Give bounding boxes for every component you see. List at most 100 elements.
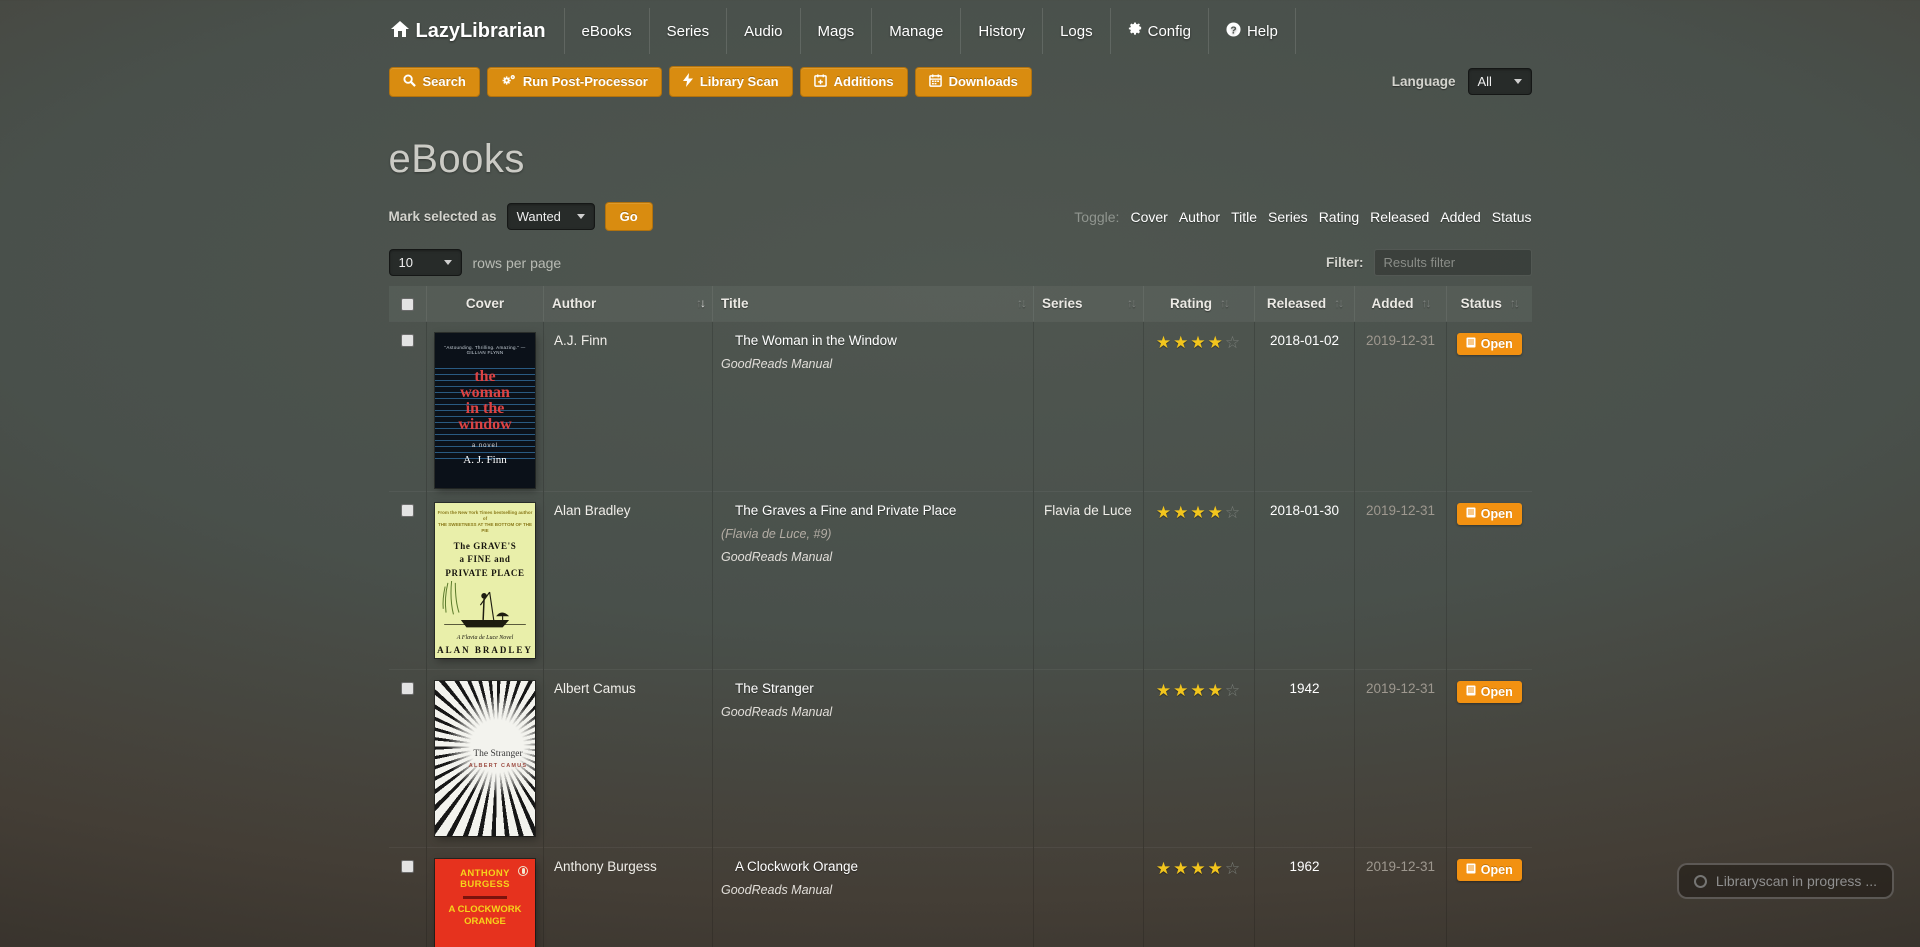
cover-title: A CLOCKWORK ORANGE — [449, 904, 522, 928]
toggle-rating[interactable]: Rating — [1319, 209, 1359, 225]
book-cover-clockwork-orange[interactable]: ANTHONY BURGESS A CLOCKWORK ORANGE — [435, 859, 535, 947]
author-link[interactable]: A.J. Finn — [554, 333, 607, 348]
title-link[interactable]: The Stranger — [735, 681, 1033, 696]
nav-label: Mags — [818, 23, 855, 40]
cover-quote: "Astounding. Thrilling. Amazing." —GILLI… — [440, 345, 530, 355]
sort-icon[interactable]: ↑↓ — [1017, 296, 1025, 310]
cover-title: The Stranger — [463, 749, 533, 759]
mark-selected-select[interactable]: Wanted — [507, 203, 595, 230]
header-title[interactable]: Title — [721, 296, 749, 311]
nav-item-logs[interactable]: Logs — [1042, 8, 1110, 54]
nav-item-audio[interactable]: Audio — [726, 8, 799, 54]
nav-label: History — [978, 23, 1025, 40]
toggle-author[interactable]: Author — [1179, 209, 1220, 225]
book-cover-woman-in-the-window[interactable]: "Astounding. Thrilling. Amazing." —GILLI… — [435, 333, 535, 488]
row-checkbox[interactable] — [401, 860, 414, 873]
sort-icon[interactable]: ↑↓ — [1422, 296, 1430, 310]
rows-per-page-value: 10 — [399, 255, 413, 270]
series-link[interactable]: Flavia de Luce — [1044, 503, 1132, 518]
header-cover[interactable]: Cover — [466, 296, 504, 311]
row-checkbox[interactable] — [401, 682, 414, 695]
brand[interactable]: LazyLibrarian — [389, 8, 564, 54]
svg-text:?: ? — [1230, 25, 1236, 36]
row-checkbox[interactable] — [401, 334, 414, 347]
go-button[interactable]: Go — [605, 202, 653, 231]
search-icon — [403, 74, 416, 90]
status-open-button[interactable]: Open — [1457, 859, 1522, 881]
filter-input[interactable] — [1374, 249, 1532, 276]
toggle-released[interactable]: Released — [1370, 209, 1429, 225]
sort-icon[interactable]: ↑↓ — [1334, 296, 1342, 310]
search-button[interactable]: Search — [389, 67, 480, 97]
filter-label: Filter: — [1326, 255, 1364, 270]
status-open-button[interactable]: Open — [1457, 681, 1522, 703]
source-links[interactable]: GoodReads Manual — [721, 357, 1033, 371]
header-released[interactable]: Released — [1267, 296, 1326, 311]
status-open-button[interactable]: Open — [1457, 333, 1522, 355]
status-open-button[interactable]: Open — [1457, 503, 1522, 525]
header-rating[interactable]: Rating — [1170, 296, 1212, 311]
toggle-series[interactable]: Series — [1268, 209, 1308, 225]
language-select[interactable]: All — [1468, 68, 1532, 95]
toggle-cover[interactable]: Cover — [1130, 209, 1167, 225]
author-link[interactable]: Anthony Burgess — [554, 859, 657, 874]
run-post-processor-button[interactable]: Run Post-Processor — [487, 67, 662, 97]
additions-button[interactable]: Additions — [800, 67, 908, 97]
toggle-group: Toggle: Cover Author Title Series Rating… — [1074, 209, 1531, 225]
chevron-down-icon — [577, 214, 585, 219]
nav-item-config[interactable]: Config — [1110, 8, 1208, 54]
book-cover-graves-fine-private-place[interactable]: From the New York Times bestselling auth… — [435, 503, 535, 658]
cover-divider — [463, 896, 507, 899]
title-link[interactable]: A Clockwork Orange — [735, 859, 1033, 874]
book-icon — [1466, 685, 1476, 699]
button-label: Run Post-Processor — [523, 74, 648, 89]
rating-stars: ★★★★☆ — [1156, 681, 1242, 700]
library-scan-button[interactable]: Library Scan — [669, 66, 793, 97]
source-links[interactable]: GoodReads Manual — [721, 705, 1033, 719]
header-added[interactable]: Added — [1372, 296, 1414, 311]
sort-icon[interactable]: ↑↓ — [1510, 296, 1518, 310]
penguin-logo — [518, 866, 528, 876]
downloads-button[interactable]: Downloads — [915, 67, 1032, 97]
table-row: ANTHONY BURGESS A CLOCKWORK ORANGE — [389, 847, 1532, 947]
title-link[interactable]: The Graves a Fine and Private Place — [735, 503, 1033, 518]
author-link[interactable]: Albert Camus — [554, 681, 636, 696]
toggle-added[interactable]: Added — [1440, 209, 1480, 225]
select-all-checkbox[interactable] — [401, 298, 414, 311]
header-author[interactable]: Author — [552, 296, 596, 311]
title-link[interactable]: The Woman in the Window — [735, 333, 1033, 348]
header-series[interactable]: Series — [1042, 296, 1083, 311]
book-icon — [1466, 337, 1476, 351]
cover-author: ALAN BRADLEY — [437, 644, 533, 658]
source-links[interactable]: GoodReads Manual — [721, 550, 1033, 564]
added-date: 2019-12-31 — [1366, 333, 1435, 348]
source-links[interactable]: GoodReads Manual — [721, 883, 1033, 897]
nav-label: Config — [1148, 23, 1191, 40]
table-controls: 10 rows per page Filter: — [389, 249, 1532, 276]
sort-icon[interactable]: ↑↓ — [1220, 296, 1228, 310]
author-link[interactable]: Alan Bradley — [554, 503, 631, 518]
cover-title: the woman in the window — [458, 369, 511, 434]
row-checkbox[interactable] — [401, 504, 414, 517]
calendar-plus-icon — [814, 74, 827, 90]
released-date: 2018-01-02 — [1270, 333, 1339, 348]
book-cover-the-stranger[interactable]: The Stranger ALBERT CAMUS — [435, 681, 535, 836]
added-date: 2019-12-31 — [1366, 859, 1435, 874]
nav-item-mags[interactable]: Mags — [800, 8, 872, 54]
nav-item-ebooks[interactable]: eBooks — [564, 8, 649, 54]
rows-per-page-select[interactable]: 10 — [389, 249, 462, 276]
rows-per-page-label: rows per page — [473, 255, 562, 271]
nav-item-help[interactable]: ? Help — [1208, 8, 1296, 54]
sort-icon[interactable]: ↑↓ — [696, 296, 704, 310]
spinner-icon — [1694, 875, 1707, 888]
toggle-status[interactable]: Status — [1492, 209, 1532, 225]
nav-item-manage[interactable]: Manage — [871, 8, 960, 54]
sort-icon[interactable]: ↑↓ — [1127, 296, 1135, 310]
added-date: 2019-12-31 — [1366, 681, 1435, 696]
toggle-title[interactable]: Title — [1231, 209, 1257, 225]
button-label: Go — [620, 209, 638, 224]
nav-item-history[interactable]: History — [960, 8, 1042, 54]
nav-item-series[interactable]: Series — [649, 8, 727, 54]
bolt-icon — [683, 73, 693, 90]
header-status[interactable]: Status — [1461, 296, 1502, 311]
